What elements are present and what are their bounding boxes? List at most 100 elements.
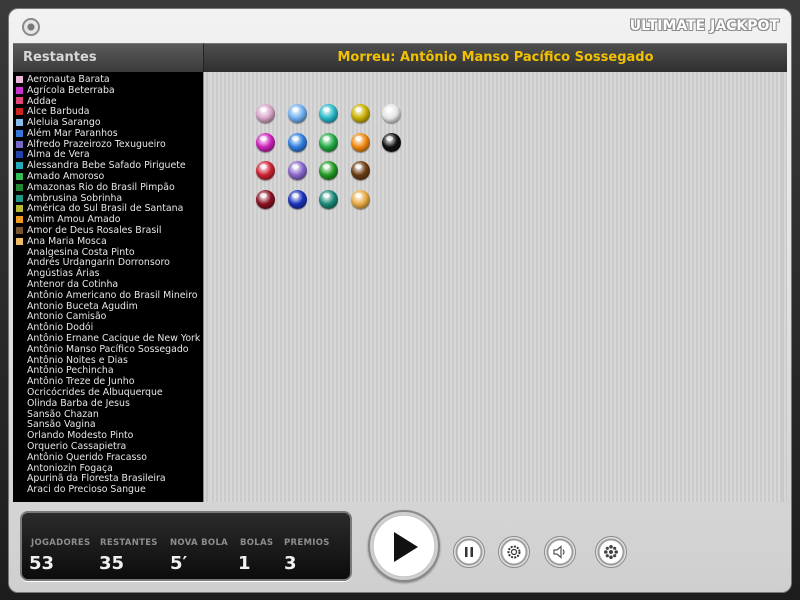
sound-button[interactable] <box>544 536 576 568</box>
drawn-ball <box>256 161 275 180</box>
player-name: Antoniozin Fogaça <box>27 462 113 474</box>
player-row[interactable]: Ocricócrides de Albuquerque <box>13 387 203 398</box>
stats-panel: JOGADORES 53 RESTANTES 35 NOVA BOLA 5′ B… <box>20 511 352 581</box>
stat-value: 3 <box>284 553 297 574</box>
player-row[interactable]: Sansão Chazan <box>13 409 203 420</box>
player-name: Antônio Noites e Dias <box>27 354 128 366</box>
player-color-swatch <box>16 378 23 385</box>
stat-label: RESTANTES <box>100 538 158 548</box>
player-color-swatch <box>16 205 23 213</box>
drawn-ball <box>319 104 338 123</box>
player-color-swatch <box>16 303 23 310</box>
drawn-ball <box>287 104 307 123</box>
title-bar: ULTIMATE JACKPOT <box>9 9 791 43</box>
player-row[interactable]: Aeronauta Barata <box>13 74 203 85</box>
player-row[interactable]: Analgesina Costa Pinto <box>13 247 203 258</box>
player-row[interactable]: Agrícola Beterraba <box>13 85 203 96</box>
player-row[interactable]: Antônio Noites e Dias <box>13 355 203 366</box>
remaining-heading: Restantes <box>23 50 97 65</box>
player-color-swatch <box>16 86 23 94</box>
player-row[interactable]: Antônio Treze de Junho <box>13 376 203 387</box>
player-row[interactable]: Alfredo Prazeirozo Texugueiro <box>13 139 203 150</box>
pause-button[interactable] <box>453 536 485 568</box>
player-color-swatch <box>16 75 23 83</box>
player-color-swatch <box>16 249 23 256</box>
player-name: Amim Amou Amado <box>27 214 121 226</box>
player-name: Ocricócrides de Albuquerque <box>27 387 163 399</box>
player-row[interactable]: Sansão Vagina <box>13 419 203 431</box>
player-row[interactable]: Ambrusina Sobrinha <box>13 193 203 204</box>
player-row[interactable]: Antenor da Cotinha <box>13 279 203 290</box>
player-row[interactable]: Aleluia Sarango <box>13 117 203 128</box>
pause-icon <box>465 547 473 557</box>
player-row[interactable]: Alessandra Bebe Safado Piriguete <box>13 160 203 171</box>
player-row[interactable]: Antonio Camisão <box>13 311 203 323</box>
player-row[interactable]: América do Sul Brasil de Santana <box>13 203 203 215</box>
player-row[interactable]: Amado Amoroso <box>13 171 203 182</box>
drawn-ball <box>319 161 338 180</box>
app-logo-icon[interactable] <box>22 18 40 36</box>
player-row[interactable]: Araci do Precioso Sangue <box>13 484 203 495</box>
player-color-swatch <box>16 97 23 105</box>
player-name: Antônio Pechincha <box>27 365 114 377</box>
player-name: América do Sul Brasil de Santana <box>27 203 184 215</box>
player-name: Sansão Vagina <box>27 419 96 431</box>
dead-announcement: Morreu: Antônio Manso Pacífico Sossegado <box>337 50 654 65</box>
play-button[interactable] <box>368 510 440 582</box>
prizes-button[interactable] <box>595 536 627 568</box>
drawn-ball <box>350 161 370 180</box>
player-row[interactable]: Orlando Modesto Pinto <box>13 430 203 441</box>
player-color-swatch <box>16 313 23 320</box>
drawn-ball <box>287 161 307 180</box>
player-row[interactable]: Amor de Deus Rosales Brasil <box>13 225 203 236</box>
control-bar: JOGADORES 53 RESTANTES 35 NOVA BOLA 5′ B… <box>13 502 787 590</box>
player-color-swatch <box>16 270 23 277</box>
stat-value: 53 <box>29 553 55 574</box>
player-row[interactable]: Antônio Ernane Cacique de New York <box>13 333 203 344</box>
player-name: Olinda Barba de Jesus <box>27 397 130 409</box>
player-list[interactable]: Aeronauta Barata Agrícola Beterraba Addae A… <box>13 72 203 502</box>
player-row[interactable]: Além Mar Paranhos <box>13 128 203 139</box>
player-row[interactable]: Antoniozin Fogaça <box>13 463 203 474</box>
player-row[interactable]: Antônio Americano do Brasil Mineiro <box>13 290 203 301</box>
drawn-ball <box>350 189 370 209</box>
player-name: Antônio Ernane Cacique de New York <box>27 333 201 345</box>
player-color-swatch <box>16 465 23 472</box>
player-color-swatch <box>16 443 23 450</box>
player-row[interactable]: Amazonas Rio do Brasil Pimpão <box>13 182 203 193</box>
player-color-swatch <box>16 367 23 374</box>
player-row[interactable]: Antônio Manso Pacífico Sossegado <box>13 344 203 355</box>
player-row[interactable]: Amim Amou Amado <box>13 214 203 225</box>
player-color-swatch <box>16 432 23 439</box>
player-name: Orquerio Cassapietra <box>27 441 127 452</box>
player-color-swatch <box>16 216 23 224</box>
player-row[interactable]: Olinda Barba de Jesus <box>13 398 203 409</box>
drawn-ball <box>382 104 401 123</box>
player-row[interactable]: Apurinã da Floresta Brasileira <box>13 473 203 484</box>
player-row[interactable]: Andrés Urdangarin Dorronsoro <box>13 257 203 268</box>
player-row[interactable]: Antônio Pechincha <box>13 365 203 377</box>
player-name: Amado Amoroso <box>27 171 105 183</box>
player-name: Amor de Deus Rosales Brasil <box>27 225 162 237</box>
player-row[interactable]: Addae <box>13 96 203 107</box>
drawn-ball <box>319 189 338 209</box>
player-row[interactable]: Antônio Querido Fracasso <box>13 452 203 463</box>
announcement-header: Morreu: Antônio Manso Pacífico Sossegado <box>203 43 787 72</box>
player-row[interactable]: Alma de Vera <box>13 149 203 160</box>
ball-board <box>203 72 787 502</box>
player-color-swatch <box>16 237 23 245</box>
player-row[interactable]: Alce Barbuda <box>13 106 203 117</box>
drawn-ball <box>287 132 307 152</box>
player-color-swatch <box>16 129 23 137</box>
player-row[interactable]: Orquerio Cassapietra <box>13 441 203 452</box>
player-color-swatch <box>16 140 23 148</box>
player-color-swatch <box>16 454 23 461</box>
settings-button[interactable] <box>498 536 530 568</box>
app-window: ULTIMATE JACKPOT Restantes Morreu: Antôn… <box>0 0 800 600</box>
player-row[interactable]: Angústias Árias <box>13 268 203 279</box>
player-row[interactable]: Antônio Dodói <box>13 322 203 333</box>
player-name: Antonio Camisão <box>27 311 107 323</box>
player-name: Antenor da Cotinha <box>27 279 119 291</box>
player-row[interactable]: Antonio Buceta Agudim <box>13 301 203 312</box>
player-row[interactable]: Ana Maria Mosca <box>13 236 203 247</box>
